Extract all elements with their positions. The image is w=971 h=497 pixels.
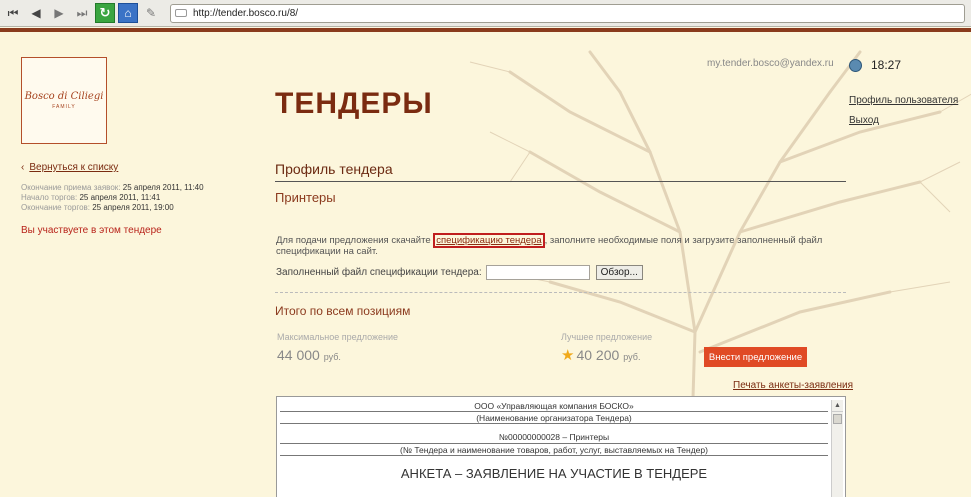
clock-time: 18:27 — [871, 58, 902, 72]
clock: 18:27 — [849, 58, 901, 72]
instructions-text: Для подачи предложения скачайте — [276, 235, 434, 246]
best-offer-amount: 40 200 — [576, 347, 620, 363]
participation-status: Вы участвуете в этом тендере — [21, 225, 162, 236]
section-title: Профиль тендера — [275, 161, 393, 177]
logout-link[interactable]: Выход — [849, 115, 879, 126]
best-offer-unit: руб. — [623, 352, 641, 362]
date-row: Окончание приема заявок: 25 апреля 2011,… — [21, 183, 204, 193]
reload-icon[interactable]: ↻ — [95, 3, 115, 23]
document-content: ООО «Управляющая компания БОСКО» (Наимен… — [280, 400, 828, 481]
instructions: Для подачи предложения скачайте специфик… — [276, 233, 846, 257]
document-heading: АНКЕТА – ЗАЯВЛЕНИЕ НА УЧАСТИЕ В ТЕНДЕРЕ — [400, 466, 708, 481]
chevron-left-icon: ‹ — [21, 162, 25, 173]
back-to-list-link[interactable]: ‹ Вернуться к списку — [21, 162, 118, 173]
document-line: (Наименование организатора Тендера) — [280, 412, 828, 424]
max-offer-amount: 44 000 — [277, 347, 320, 363]
document-line: (№ Тендера и наименование товаров, работ… — [280, 444, 828, 456]
date-row: Начало торгов: 25 апреля 2011, 11:41 — [21, 193, 204, 203]
star-icon: ★ — [561, 347, 575, 364]
page-icon — [175, 9, 187, 17]
logo-sub: FAMILY — [52, 104, 76, 110]
document-line: №00000000028 – Принтеры — [280, 424, 828, 444]
address-text: http://tender.bosco.ru/8/ — [193, 7, 299, 19]
file-upload-row: Заполненный файл спецификации тендера: О… — [276, 265, 643, 280]
date-value: 25 апреля 2011, 19:00 — [92, 203, 174, 212]
address-bar[interactable]: http://tender.bosco.ru/8/ — [170, 3, 965, 23]
divider — [275, 292, 846, 293]
back-icon[interactable]: ◀ — [26, 3, 46, 23]
date-label: Окончание торгов: — [21, 203, 90, 212]
fast-forward-icon[interactable]: ⏭ — [72, 3, 92, 23]
date-value: 25 апреля 2011, 11:41 — [79, 193, 161, 202]
home-icon[interactable]: ⌂ — [118, 3, 138, 23]
max-offer-unit: руб. — [323, 352, 341, 362]
max-offer-value: 44 000 руб. — [277, 347, 341, 363]
divider — [275, 181, 846, 182]
logo-brand: Bosco di Ciliegi — [24, 91, 104, 102]
best-offer-value: ★ 40 200 руб. — [561, 346, 640, 364]
best-offer-label: Лучшее предложение — [561, 332, 653, 342]
print-form-link[interactable]: Печать анкеты-заявления — [733, 380, 853, 391]
application-document-frame[interactable]: ООО «Управляющая компания БОСКО» (Наимен… — [276, 396, 846, 497]
file-path-input[interactable] — [485, 265, 590, 280]
page-title: ТЕНДЕРЫ — [275, 87, 433, 120]
browser-toolbar: ⏮ ◀ ▶ ⏭ ↻ ⌂ ✎ http://tender.bosco.ru/8/ — [0, 0, 971, 27]
edit-icon[interactable]: ✎ — [141, 3, 161, 23]
browse-button[interactable]: Обзор... — [595, 265, 643, 280]
user-profile-link[interactable]: Профиль пользователя — [849, 95, 958, 106]
totals-title: Итого по всем позициям — [275, 304, 411, 318]
scroll-thumb[interactable] — [833, 414, 842, 424]
clock-icon — [849, 58, 862, 72]
scroll-up-icon[interactable]: ▲ — [832, 400, 843, 412]
document-scrollbar[interactable]: ▲ — [831, 400, 843, 497]
forward-icon[interactable]: ▶ — [49, 3, 69, 23]
date-label: Начало торгов: — [21, 193, 78, 202]
max-offer-label: Максимальное предложение — [277, 332, 399, 342]
date-value: 25 апреля 2011, 11:40 — [122, 183, 204, 192]
rewind-icon[interactable]: ⏮ — [3, 3, 23, 23]
document-line: ООО «Управляющая компания БОСКО» — [280, 400, 828, 412]
back-to-list-label: Вернуться к списку — [29, 162, 119, 173]
page: Bosco di Ciliegi FAMILY ‹ Вернуться к спи… — [0, 32, 971, 497]
date-row: Окончание торгов: 25 апреля 2011, 19:00 — [21, 203, 204, 213]
download-spec-link[interactable]: спецификацию тендера — [433, 233, 545, 248]
user-email: my.tender.bosco@yandex.ru — [707, 58, 834, 69]
file-label: Заполненный файл спецификации тендера: — [276, 267, 482, 278]
tender-dates: Окончание приема заявок: 25 апреля 2011,… — [21, 183, 204, 213]
date-label: Окончание приема заявок: — [21, 183, 121, 192]
bosco-logo[interactable]: Bosco di Ciliegi FAMILY — [21, 57, 107, 144]
tender-name: Принтеры — [275, 190, 336, 205]
submit-offer-button[interactable]: Внести предложение — [704, 347, 807, 367]
